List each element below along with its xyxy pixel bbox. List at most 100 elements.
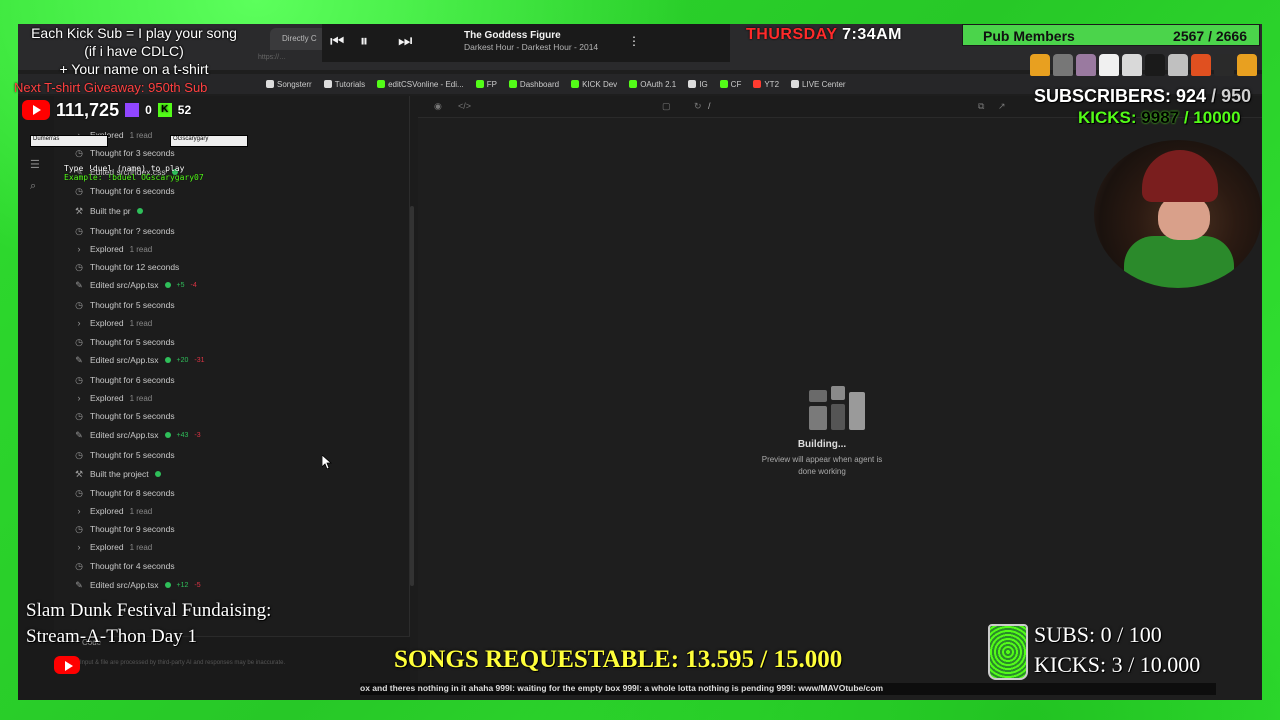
bookmark-favicon-icon: [753, 80, 762, 88]
activity-step[interactable]: ◷ Thought for 5 seconds: [74, 335, 175, 349]
clock-day: THURSDAY: [746, 26, 838, 43]
activity-step[interactable]: ✎ Edited src/App.tsx +43 -3: [74, 428, 201, 442]
activity-step[interactable]: ✎ Edited src/App.tsx +12 -5: [74, 578, 200, 592]
ai-disclaimer: Input & file are processed by third-part…: [80, 660, 286, 666]
activity-step-label: Edited src/App.tsx: [90, 580, 159, 590]
search-icon[interactable]: ⌕: [30, 180, 42, 192]
activity-step[interactable]: ◷ Thought for ? seconds: [74, 224, 175, 238]
activity-step[interactable]: › Explored 1 read: [74, 242, 153, 256]
lines-added: +5: [176, 281, 185, 289]
activity-step[interactable]: ◷ Thought for 5 seconds: [74, 298, 175, 312]
activity-step[interactable]: ◷ Thought for 3 seconds: [74, 146, 175, 160]
duel-help-line: Type !duel (name) to play: [64, 164, 185, 173]
activity-step[interactable]: ◷ Thought for 8 seconds: [74, 486, 175, 500]
youtube-icon: [22, 100, 50, 120]
activity-step[interactable]: ◷ Thought for 12 seconds: [74, 260, 179, 274]
device-icon[interactable]: ▢: [662, 101, 671, 112]
chat-scrollbar[interactable]: [410, 206, 414, 586]
activity-step-label: Built the project: [90, 469, 149, 479]
bookmark-item[interactable]: Songsterr: [266, 80, 312, 89]
previous-track-icon[interactable]: ⏮: [330, 33, 344, 51]
bookmark-item[interactable]: LIVE Center: [791, 80, 846, 89]
bookmark-item[interactable]: Dashboard: [508, 80, 559, 89]
activity-step[interactable]: ◷ Thought for 9 seconds: [74, 522, 175, 536]
success-check-icon: [154, 471, 161, 477]
tshirt-icon: [1145, 54, 1165, 76]
lines-removed: -3: [194, 431, 201, 439]
code-icon[interactable]: </>: [458, 101, 471, 111]
more-options-icon[interactable]: ⋮: [628, 34, 640, 48]
hammer-icon: ⚒: [74, 205, 84, 216]
activity-step[interactable]: › Explored 1 read: [74, 540, 153, 554]
external-link-icon[interactable]: ↗: [998, 101, 1006, 112]
track-title: The Goddess Figure: [464, 30, 561, 41]
bookmark-label: Tutorials: [334, 79, 366, 89]
list-icon[interactable]: ☰: [30, 158, 42, 171]
bookmark-item[interactable]: YT2: [753, 80, 779, 89]
bookmark-item[interactable]: KICK Dev: [571, 80, 617, 89]
lines-added: +20: [176, 356, 189, 364]
chevron-right-icon: ›: [77, 393, 81, 403]
next-track-icon[interactable]: ⏭: [398, 33, 412, 51]
giveaway-text: Next T-shirt Giveaway: 950th Sub: [14, 80, 208, 95]
activity-step-meta: 1 read: [129, 244, 153, 254]
lines-added: +12: [176, 581, 189, 589]
activity-step-label: Thought for 5 seconds: [90, 411, 175, 421]
kicks-goal: KICKS: 9987 / 10000: [1078, 108, 1241, 128]
activity-step[interactable]: ✎ Edited src/App.tsx +20 -31: [74, 353, 204, 367]
songs-requestable: SONGS REQUESTABLE: 13.595 / 15.000: [394, 646, 843, 673]
activity-step-label: Explored: [90, 506, 124, 516]
success-check-icon: [136, 208, 143, 214]
chevron-right-icon: ›: [77, 318, 81, 328]
kick-icon: K: [157, 103, 172, 117]
activity-step[interactable]: ◷ Thought for 5 seconds: [74, 409, 175, 423]
bookmark-item[interactable]: CF: [719, 80, 741, 89]
tshirt-icon: [1214, 54, 1234, 76]
activity-step[interactable]: ◷ Thought for 4 seconds: [74, 559, 175, 573]
bookmark-favicon-icon: [475, 80, 484, 88]
tshirt-icon: [1191, 54, 1211, 76]
activity-step[interactable]: ◷ Thought for 6 seconds: [74, 373, 175, 387]
clock-icon: ◷: [75, 410, 83, 421]
clock-icon: ◷: [75, 299, 83, 310]
activity-step[interactable]: ◷ Thought for 5 seconds: [74, 448, 175, 462]
clock-icon: ◷: [75, 261, 83, 272]
activity-step-label: Thought for 12 seconds: [90, 262, 180, 272]
bookmark-favicon-icon: [508, 80, 517, 88]
refresh-icon[interactable]: ↻: [694, 101, 702, 112]
activity-step-label: Thought for 8 seconds: [90, 488, 175, 498]
tip-jar-icon: [988, 624, 1028, 680]
building-subtitle: Preview will appear when agent is done w…: [400, 454, 1244, 478]
activity-step-label: Thought for 9 seconds: [90, 524, 175, 534]
activity-step-label: Thought for 4 seconds: [90, 561, 175, 571]
url-bar[interactable]: https://…: [258, 54, 286, 61]
bookmark-item[interactable]: Tutorials: [323, 79, 366, 89]
activity-step-meta: 1 read: [129, 542, 153, 552]
chevron-right-icon: ›: [77, 244, 81, 254]
copy-icon[interactable]: ⧉: [978, 101, 984, 112]
activity-step[interactable]: › Explored 1 read: [74, 391, 153, 405]
bookmark-item[interactable]: IG: [688, 80, 708, 89]
bookmark-favicon-icon: [377, 80, 386, 88]
success-check-icon: [164, 357, 171, 363]
pub-members-bar: Pub Members 2567 / 2666: [962, 24, 1260, 46]
twitch-count: 0: [145, 103, 152, 117]
activity-step[interactable]: ✎ Edited src/App.tsx +5 -4: [74, 278, 197, 292]
activity-step[interactable]: ⚒ Built the project: [74, 467, 161, 481]
bookmark-item[interactable]: OAuth 2.1: [629, 80, 676, 89]
pub-members-label: Pub Members: [983, 28, 1075, 44]
fundraiser-line-2: Stream-A-Thon Day 1: [26, 626, 197, 647]
bookmark-favicon-icon: [323, 80, 332, 88]
bookmark-item[interactable]: FP: [475, 80, 497, 89]
activity-step[interactable]: › Explored 1 read: [74, 316, 153, 330]
preview-path[interactable]: /: [708, 101, 711, 111]
activity-step[interactable]: ◷ Thought for 6 seconds: [74, 184, 175, 198]
activity-step-label: Thought for 5 seconds: [90, 337, 175, 347]
activity-step[interactable]: › Explored 1 read: [74, 504, 153, 518]
activity-step[interactable]: ⚒ Built the pr: [74, 204, 143, 218]
tshirt-icon: [1168, 54, 1188, 76]
pause-icon[interactable]: ⏸: [360, 33, 368, 51]
eye-icon[interactable]: ◉: [434, 101, 442, 112]
bookmark-item[interactable]: editCSVonline - Edi...: [377, 80, 464, 89]
sub-promo-line-2: (if i have CDLC): [84, 43, 184, 59]
